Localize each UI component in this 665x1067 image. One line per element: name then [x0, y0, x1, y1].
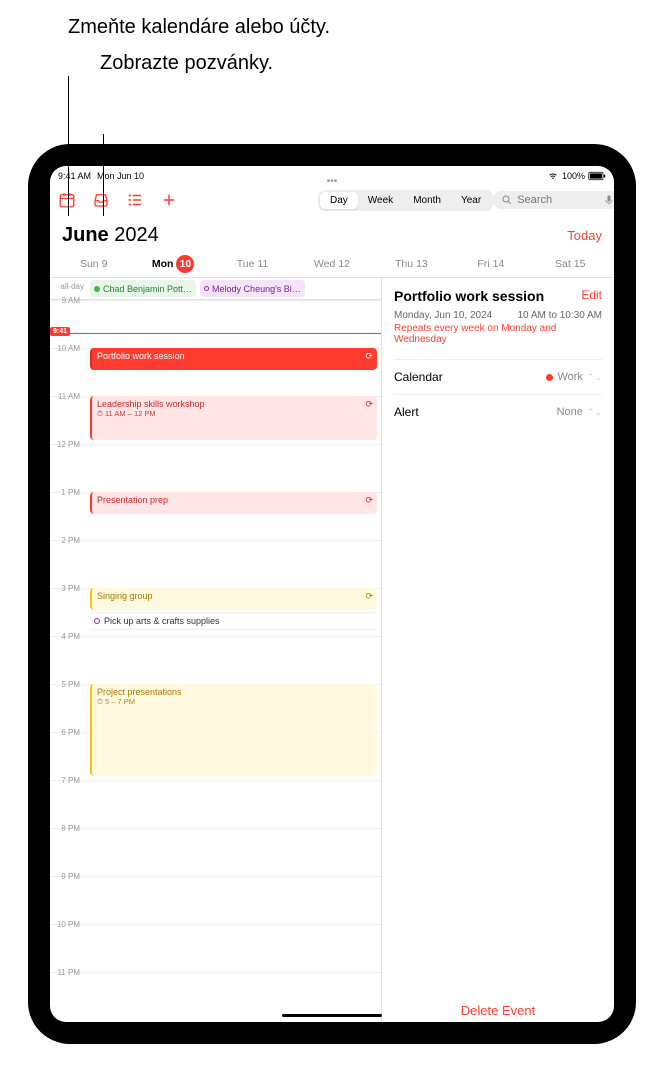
event-detail-panel: Portfolio work session Edit Monday, Jun …	[382, 278, 614, 1022]
work-dot-icon	[546, 374, 553, 381]
detail-time: 10 AM to 10:30 AM	[518, 310, 603, 321]
list-icon[interactable]	[126, 191, 144, 209]
detail-title: Portfolio work session	[394, 288, 544, 304]
allday-event[interactable]: Chad Benjamin Pott…	[90, 280, 196, 297]
seg-month[interactable]: Month	[403, 192, 451, 209]
search-input[interactable]	[517, 194, 599, 206]
callout-line	[103, 134, 104, 216]
callout-line	[68, 76, 69, 216]
today-button[interactable]: Today	[567, 228, 602, 243]
inbox-icon[interactable]	[92, 191, 110, 209]
seg-week[interactable]: Week	[358, 192, 403, 209]
day-cell[interactable]: Sat 15	[531, 251, 610, 277]
day-cell[interactable]: Sun 9	[54, 251, 133, 277]
battery-icon	[588, 171, 606, 181]
chevron-icon: ⌃⌄	[587, 407, 602, 418]
status-time: 9:41 AM	[58, 171, 91, 181]
callout-view-invites: Zobrazte pozvánky.	[100, 50, 330, 76]
seg-year[interactable]: Year	[451, 192, 491, 209]
event-leadership[interactable]: Leadership skills workshop ⏱ 11 AM – 12 …	[90, 396, 377, 440]
detail-alert-row[interactable]: Alert None⌃⌄	[394, 394, 602, 429]
purple-dot-icon	[94, 618, 100, 624]
event-project[interactable]: Project presentations ⏱ 5 – 7 PM	[90, 684, 377, 776]
repeat-icon: ⟳	[365, 495, 373, 506]
day-cell[interactable]: Thu 13	[372, 251, 451, 277]
wifi-icon	[547, 171, 559, 181]
search-box[interactable]	[493, 191, 614, 209]
day-cell[interactable]: Wed 12	[292, 251, 371, 277]
month-title: June 2024	[62, 224, 159, 247]
now-indicator: 9:41	[50, 333, 381, 334]
add-icon[interactable]	[160, 191, 178, 209]
timeline[interactable]: all-day Chad Benjamin Pott… Melody Cheun…	[50, 278, 382, 1022]
chevron-icon: ⌃⌄	[587, 372, 602, 383]
day-cell[interactable]: Tue 11	[213, 251, 292, 277]
detail-repeat: Repeats every week on Monday and Wednesd…	[394, 323, 602, 345]
hours-grid[interactable]: 9 AM 10 AM 11 AM 12 PM 1 PM 2 PM 3 PM 4 …	[50, 300, 381, 1022]
multitasking-pill[interactable]: •••	[327, 176, 338, 187]
status-battery-percent: 100%	[562, 171, 585, 181]
seg-day[interactable]: Day	[320, 192, 358, 209]
view-segmented-control[interactable]: Day Week Month Year	[318, 190, 493, 211]
allday-event[interactable]: Melody Cheung's Bi…	[200, 280, 305, 297]
event-presentation[interactable]: Presentation prep ⟳	[90, 492, 377, 514]
event-singing[interactable]: Singing group ⟳	[90, 588, 377, 610]
event-pickup[interactable]: Pick up arts & crafts supplies	[90, 612, 377, 630]
repeat-icon: ⟳	[365, 399, 373, 410]
repeat-icon: ⟳	[365, 351, 373, 362]
status-bar: 9:41 AM Mon Jun 10 ••• 100%	[50, 166, 614, 184]
callout-change-calendars: Zmeňte kalendáre alebo účty.	[68, 14, 330, 40]
edit-button[interactable]: Edit	[581, 288, 602, 302]
detail-calendar-row[interactable]: Calendar Work⌃⌄	[394, 359, 602, 394]
ipad-frame: 9:41 AM Mon Jun 10 ••• 100% Day Week Mon…	[28, 144, 636, 1044]
event-portfolio[interactable]: Portfolio work session ⟳	[90, 348, 377, 370]
repeat-icon: ⟳	[365, 591, 373, 602]
now-time-badge: 9:41	[50, 327, 70, 336]
search-icon	[501, 194, 513, 206]
home-indicator[interactable]	[282, 1014, 382, 1017]
day-cell-today[interactable]: Mon 10	[133, 251, 212, 277]
mic-icon[interactable]	[603, 194, 614, 206]
delete-event-button[interactable]: Delete Event	[382, 1003, 614, 1018]
ipad-screen: 9:41 AM Mon Jun 10 ••• 100% Day Week Mon…	[50, 166, 614, 1022]
day-header-row: Sun 9 Mon 10 Tue 11 Wed 12 Thu 13 Fri 14…	[50, 251, 614, 278]
day-cell[interactable]: Fri 14	[451, 251, 530, 277]
detail-date: Monday, Jun 10, 2024	[394, 310, 492, 321]
calendars-icon[interactable]	[58, 191, 76, 209]
toolbar: Day Week Month Year	[50, 184, 614, 216]
status-date: Mon Jun 10	[97, 171, 144, 181]
